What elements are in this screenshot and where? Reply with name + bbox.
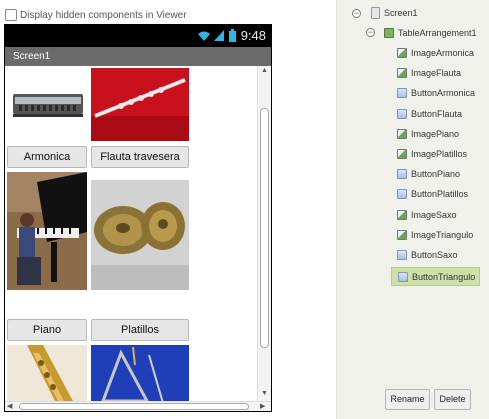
tree-label: ImagePlatillos — [411, 149, 468, 159]
viewer-vertical-scrollbar[interactable]: ▲ ▼ — [257, 66, 271, 401]
tree-label: ButtonFlauta — [411, 108, 463, 119]
hidden-components-label: Display hidden components in Viewer — [20, 9, 187, 21]
harmonica-image — [7, 68, 87, 141]
hidden-components-checkbox[interactable] — [5, 9, 17, 21]
tree-item-screen1[interactable]: Screen1 — [371, 5, 418, 21]
tree-item-imagepiano[interactable]: ImagePiano — [397, 126, 459, 142]
designer-window: Display hidden components in Viewer 9:48… — [0, 0, 489, 419]
tree-item-imagetriangulo[interactable]: ImageTriangulo — [397, 227, 473, 243]
rename-button[interactable]: Rename — [385, 389, 430, 410]
image-component-icon — [397, 68, 407, 79]
screen-icon — [371, 7, 380, 19]
tree-label: ButtonSaxo — [411, 250, 458, 260]
cymbals-image — [91, 180, 189, 290]
table-arrangement: Armonica Flauta travesera Piano Platillo… — [5, 66, 271, 401]
collapse-arrangement-icon[interactable]: − — [366, 28, 375, 37]
tree-label: ButtonTriangulo — [412, 271, 476, 282]
image-component-icon — [397, 48, 407, 58]
components-panel: − Screen1 − TableArrangement1 ImageArmon… — [336, 0, 489, 419]
button-flauta[interactable]: Flauta travesera — [91, 146, 189, 168]
tree-item-buttontriangulo[interactable]: ButtonTriangulo — [391, 267, 481, 287]
scroll-left-icon[interactable]: ◀ — [7, 402, 12, 410]
scroll-up-icon[interactable]: ▲ — [261, 67, 268, 74]
screen-title-bar: Screen1 — [5, 47, 271, 66]
tree-item-buttonarmonica[interactable]: ButtonArmonica — [397, 85, 475, 101]
tree-label: ImagePiano — [411, 128, 460, 139]
image-saxo[interactable] — [7, 345, 87, 401]
signal-icon — [214, 30, 224, 41]
button-component-icon — [398, 271, 408, 282]
tree-label: ImageSaxo — [411, 209, 457, 220]
saxophone-image — [7, 345, 87, 401]
horizontal-scroll-thumb[interactable] — [19, 403, 249, 410]
status-time: 9:48 — [240, 28, 266, 43]
image-component-icon — [397, 149, 407, 159]
image-piano[interactable] — [7, 172, 87, 290]
tree-item-buttonpiano[interactable]: ButtonPiano — [397, 166, 460, 182]
tree-item-buttonflauta[interactable]: ButtonFlauta — [397, 106, 462, 122]
tree-item-buttonplatillos[interactable]: ButtonPlatillos — [397, 186, 468, 202]
tree-item-buttonsaxo[interactable]: ButtonSaxo — [397, 247, 458, 263]
button-piano[interactable]: Piano — [7, 319, 87, 341]
tree-label: ButtonPlatillos — [411, 189, 469, 200]
tree-item-arrangement[interactable]: TableArrangement1 — [384, 25, 477, 41]
wifi-icon — [198, 31, 210, 41]
button-component-icon — [397, 250, 407, 260]
scroll-down-icon[interactable]: ▼ — [261, 390, 268, 397]
hidden-components-option[interactable]: Display hidden components in Viewer — [5, 9, 187, 21]
image-flauta[interactable] — [91, 68, 189, 141]
tree-label: ButtonPiano — [411, 169, 461, 180]
piano-image — [7, 172, 87, 290]
image-component-icon — [397, 209, 407, 220]
button-component-icon — [397, 189, 407, 200]
button-armonica[interactable]: Armonica — [7, 146, 87, 168]
scroll-right-icon[interactable]: ▶ — [260, 402, 265, 410]
screen-title: Screen1 — [13, 51, 51, 62]
status-bar: 9:48 — [5, 25, 271, 47]
vertical-scroll-thumb[interactable] — [260, 108, 269, 348]
tree-item-imageplatillos[interactable]: ImagePlatillos — [397, 146, 467, 162]
tree-label: ImageFlauta — [411, 68, 462, 79]
table-arrangement-icon — [384, 28, 394, 38]
image-component-icon — [397, 229, 407, 240]
triangle-image — [91, 345, 189, 401]
button-platillos[interactable]: Platillos — [91, 319, 189, 341]
delete-button[interactable]: Delete — [434, 389, 471, 410]
image-triangulo[interactable] — [91, 345, 189, 401]
button-component-icon — [397, 88, 407, 99]
tree-label: ButtonArmonica — [411, 88, 476, 99]
viewer-horizontal-scrollbar[interactable]: ◀ ▶ — [5, 401, 271, 411]
button-component-icon — [397, 169, 407, 180]
battery-icon — [229, 29, 236, 42]
tree-label: ImageArmonica — [411, 48, 475, 58]
tree-label-arrangement: TableArrangement1 — [398, 28, 477, 38]
image-platillos[interactable] — [91, 180, 189, 290]
image-component-icon — [397, 128, 407, 139]
button-component-icon — [397, 108, 407, 119]
collapse-screen1-icon[interactable]: − — [352, 9, 361, 18]
image-armonica[interactable] — [7, 68, 87, 141]
flute-image — [91, 68, 189, 141]
tree-item-imagesaxo[interactable]: ImageSaxo — [397, 207, 457, 223]
tree-label: ImageTriangulo — [411, 229, 474, 240]
tree-label-screen1: Screen1 — [384, 8, 418, 18]
phone-viewer: 9:48 Screen1 Armonica Flauta travesera P… — [4, 24, 272, 412]
tree-item-imageflauta[interactable]: ImageFlauta — [397, 65, 461, 81]
tree-item-imagearmonica[interactable]: ImageArmonica — [397, 45, 474, 61]
